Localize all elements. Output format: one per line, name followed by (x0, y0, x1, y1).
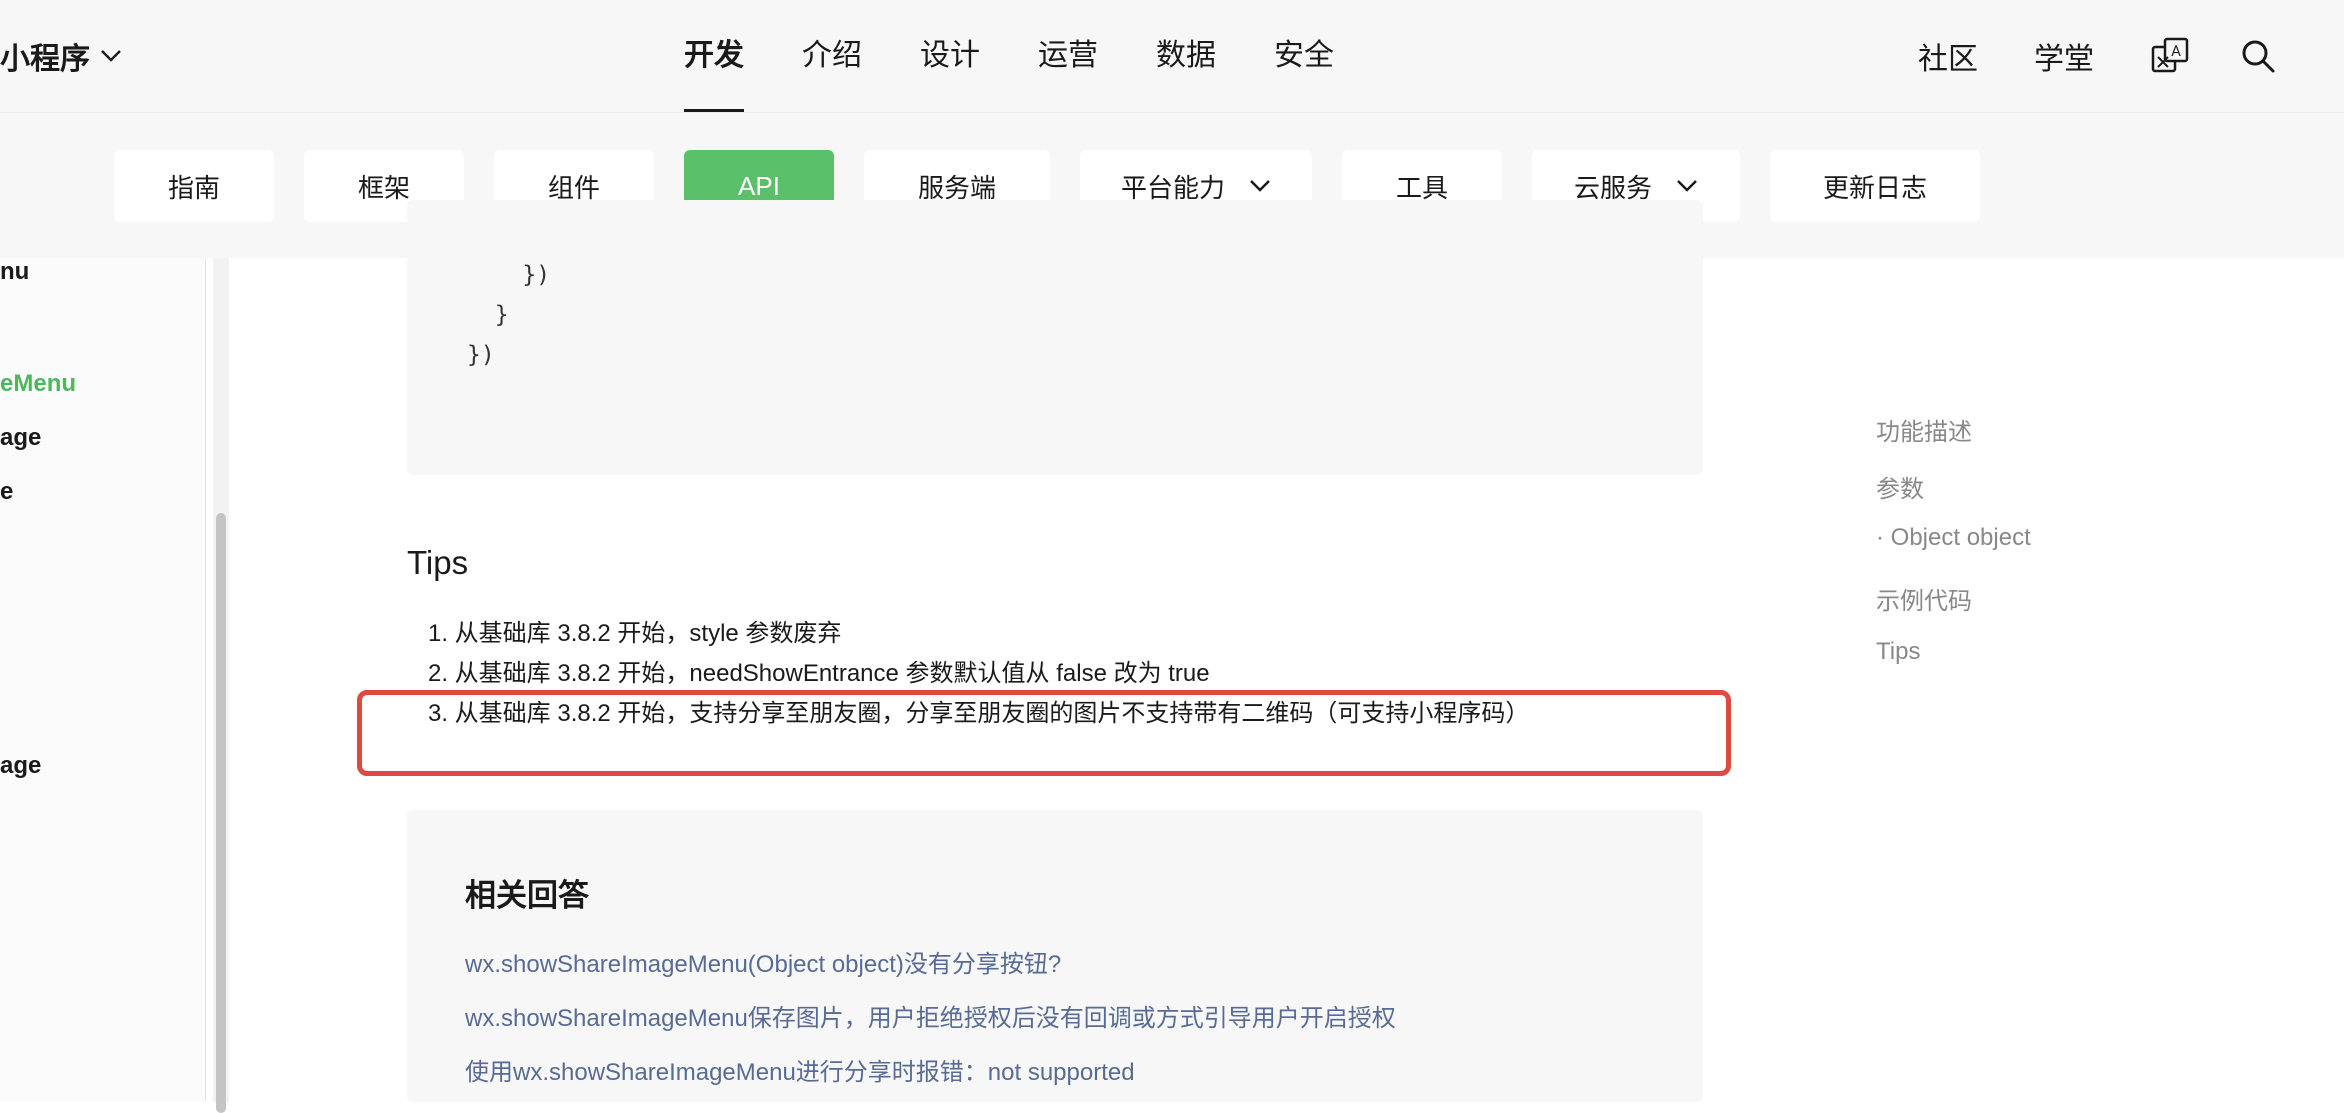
search-icon[interactable] (2238, 36, 2278, 76)
nav-item-intro[interactable]: 介绍 (802, 0, 862, 112)
code-line: } (467, 302, 509, 328)
sidebar-item[interactable]: age (0, 424, 41, 452)
chevron-down-icon (1677, 180, 1697, 192)
related-answer-link[interactable]: wx.showShareImageMenu保存图片，用户拒绝授权后没有回调或方式… (465, 998, 1396, 1033)
related-answer-link[interactable]: wx.showShareImageMenu(Object object)没有分享… (465, 944, 1061, 979)
community-link[interactable]: 社区 (1918, 34, 1978, 78)
nav-item-security[interactable]: 安全 (1274, 0, 1334, 112)
annotation-highlight-box (357, 690, 1731, 776)
brand-menu[interactable]: 小程序 (0, 34, 122, 78)
subnav-cloud-label: 云服务 (1573, 172, 1652, 203)
scrollbar-thumb[interactable] (216, 513, 226, 1113)
tips-heading: Tips (407, 544, 469, 581)
brand-label: 小程序 (0, 43, 90, 76)
subnav-guide[interactable]: 指南 (114, 150, 274, 222)
sidebar-item[interactable]: e (0, 478, 13, 506)
sidebar-item[interactable]: age (0, 752, 41, 780)
related-answers: 相关回答 wx.showShareImageMenu(Object object… (407, 810, 1703, 1102)
nav-item-operations[interactable]: 运营 (1038, 0, 1098, 112)
chevron-down-icon (101, 50, 121, 62)
main-nav: 开发 介绍 设计 运营 数据 安全 (684, 0, 1392, 112)
code-block: }) } }) (407, 200, 1703, 475)
sidebar-scrollbar[interactable] (213, 258, 229, 1113)
nav-item-design[interactable]: 设计 (920, 0, 980, 112)
code-line: }) (467, 262, 551, 288)
subnav-platform-label: 平台能力 (1120, 172, 1225, 203)
sidebar-item[interactable]: nu (0, 258, 29, 286)
nav-item-dev[interactable]: 开发 (684, 0, 744, 112)
code-line: }) (467, 342, 495, 368)
nav-item-data[interactable]: 数据 (1156, 0, 1216, 112)
toc-item-tips[interactable]: Tips (1876, 638, 1920, 666)
chevron-down-icon (1250, 180, 1270, 192)
toc-item-description[interactable]: 功能描述 (1876, 412, 1972, 447)
sidebar-item-active[interactable]: eMenu (0, 370, 76, 398)
svg-text:A: A (2171, 44, 2181, 60)
top-header: 小程序 开发 介绍 设计 运营 数据 安全 社区 学堂 A (0, 0, 2344, 113)
sidebar: nu eMenu age e age (0, 258, 206, 1102)
academy-link[interactable]: 学堂 (2034, 34, 2094, 78)
header-right: 社区 学堂 A (1918, 0, 2344, 112)
toc-item-params[interactable]: 参数 (1876, 469, 1924, 504)
translate-icon[interactable]: A (2150, 36, 2190, 76)
subnav-changelog[interactable]: 更新日志 (1770, 150, 1980, 222)
related-answer-link[interactable]: 使用wx.showShareImageMenu进行分享时报错：not suppo… (465, 1052, 1135, 1087)
related-answers-heading: 相关回答 (465, 878, 589, 913)
list-item: 2. 从基础库 3.8.2 开始，needShowEntrance 参数默认值从… (428, 660, 1210, 687)
toc-item-example[interactable]: 示例代码 (1876, 581, 1972, 616)
list-item: 1. 从基础库 3.8.2 开始，style 参数废弃 (428, 620, 842, 647)
toc-item-object[interactable]: · Object object (1876, 524, 2031, 552)
